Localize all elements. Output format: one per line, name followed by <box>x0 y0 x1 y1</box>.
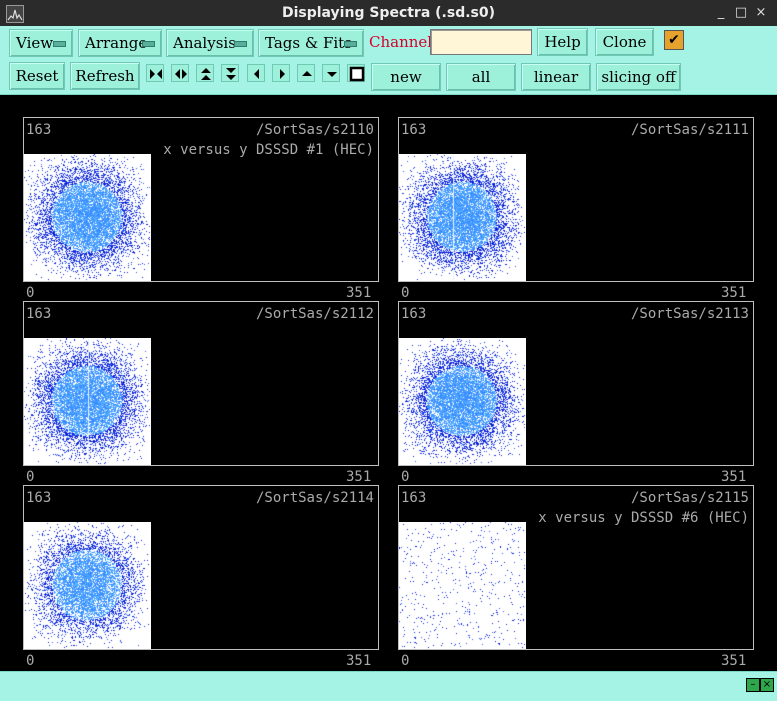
x-axis-max: 351 <box>721 469 747 485</box>
spectrum-panel-2[interactable]: 163 /SortSas/s2111 <box>398 117 754 282</box>
menu-indicator-icon <box>344 41 357 47</box>
expand-horizontal-icon[interactable] <box>146 64 164 82</box>
x-axis-max: 351 <box>346 653 372 669</box>
scatter-plot <box>24 522 151 649</box>
view-menu-label: View <box>16 34 54 52</box>
spectrum-panel-4[interactable]: 163 /SortSas/s2113 <box>398 301 754 466</box>
status-bar: – × <box>0 671 777 701</box>
minimize-icon[interactable]: _ <box>712 4 730 22</box>
menu-indicator-icon <box>53 41 66 47</box>
spectra-display-area: 163 /SortSas/s2110 x versus y DSSSD #1 (… <box>0 95 777 671</box>
spectrum-path: /SortSas/s2114 <box>255 490 374 506</box>
scroll-down-icon[interactable] <box>322 64 340 82</box>
scroll-up-icon[interactable] <box>297 64 315 82</box>
all-button[interactable]: all <box>446 63 516 91</box>
menu-indicator-icon <box>234 41 247 47</box>
x-axis-min: 0 <box>26 653 35 669</box>
x-axis-max: 351 <box>346 285 372 301</box>
close-icon[interactable]: × <box>752 4 770 22</box>
spectrum-path: /SortSas/s2113 <box>630 306 749 322</box>
x-axis-min: 0 <box>401 469 410 485</box>
refresh-button[interactable]: Refresh <box>70 62 140 90</box>
analysis-menu-label: Analysis <box>173 34 236 52</box>
linear-button[interactable]: linear <box>521 63 591 91</box>
spectrum-panel-3[interactable]: 163 /SortSas/s2112 <box>23 301 379 466</box>
window-titlebar: Displaying Spectra (.sd.s0) _ □ × <box>0 0 777 27</box>
x-axis-min: 0 <box>26 285 35 301</box>
spectrum-path: /SortSas/s2112 <box>255 306 374 322</box>
compress-vertical-icon[interactable] <box>221 64 239 82</box>
tags-fits-menu-label: Tags & Fits <box>265 34 352 52</box>
y-count-label: 163 <box>401 490 427 506</box>
arrange-menu[interactable]: Arrange <box>78 29 162 57</box>
close-pane-icon[interactable]: × <box>760 678 774 692</box>
spectrum-description: x versus y DSSSD #6 (HEC) <box>538 510 749 526</box>
spectrum-panel-5[interactable]: 163 /SortSas/s2114 <box>23 485 379 650</box>
spectrum-path: /SortSas/s2115 <box>630 490 749 506</box>
scatter-plot <box>399 338 526 465</box>
channel-label: Channel: <box>369 33 438 51</box>
scatter-plot <box>24 154 151 281</box>
x-axis-min: 0 <box>26 469 35 485</box>
minimize-pane-icon[interactable]: – <box>746 678 760 692</box>
scatter-plot <box>399 522 526 649</box>
scatter-plot <box>24 338 151 465</box>
x-axis-min: 0 <box>401 653 410 669</box>
spectrum-path: /SortSas/s2110 <box>255 122 374 138</box>
analysis-menu[interactable]: Analysis <box>166 29 254 57</box>
compress-horizontal-icon[interactable] <box>171 64 189 82</box>
y-count-label: 163 <box>26 490 52 506</box>
tags-fits-menu[interactable]: Tags & Fits <box>258 29 364 57</box>
spectrum-panel-1[interactable]: 163 /SortSas/s2110 x versus y DSSSD #1 (… <box>23 117 379 282</box>
spectrum-path: /SortSas/s2111 <box>630 122 749 138</box>
scroll-right-icon[interactable] <box>272 64 290 82</box>
menu-indicator-icon <box>142 41 155 47</box>
checkbox-icon[interactable]: ✔ <box>664 30 684 50</box>
y-count-label: 163 <box>401 306 427 322</box>
channel-input[interactable] <box>430 29 532 55</box>
x-axis-max: 351 <box>721 285 747 301</box>
y-count-label: 163 <box>26 122 52 138</box>
x-axis-max: 351 <box>346 469 372 485</box>
x-axis-min: 0 <box>401 285 410 301</box>
slicing-off-button[interactable]: slicing off <box>596 63 681 91</box>
scroll-left-icon[interactable] <box>247 64 265 82</box>
spectrum-description: x versus y DSSSD #1 (HEC) <box>163 142 374 158</box>
expand-vertical-icon[interactable] <box>196 64 214 82</box>
arrange-menu-label: Arrange <box>85 34 148 52</box>
help-button[interactable]: Help <box>537 28 588 56</box>
toolbar: View Arrange Analysis Tags & Fits Channe… <box>0 26 777 95</box>
view-menu[interactable]: View <box>9 29 73 57</box>
scatter-plot <box>399 154 526 281</box>
maximize-icon[interactable]: □ <box>732 4 750 22</box>
window-title: Displaying Spectra (.sd.s0) <box>281 5 496 21</box>
reset-button[interactable]: Reset <box>9 62 65 90</box>
x-axis-max: 351 <box>721 653 747 669</box>
y-count-label: 163 <box>401 122 427 138</box>
clone-button[interactable]: Clone <box>595 28 654 56</box>
new-button[interactable]: new <box>371 63 441 91</box>
full-view-icon[interactable] <box>347 64 365 82</box>
spectrum-panel-6[interactable]: 163 /SortSas/s2115 x versus y DSSSD #6 (… <box>398 485 754 650</box>
y-count-label: 163 <box>26 306 52 322</box>
